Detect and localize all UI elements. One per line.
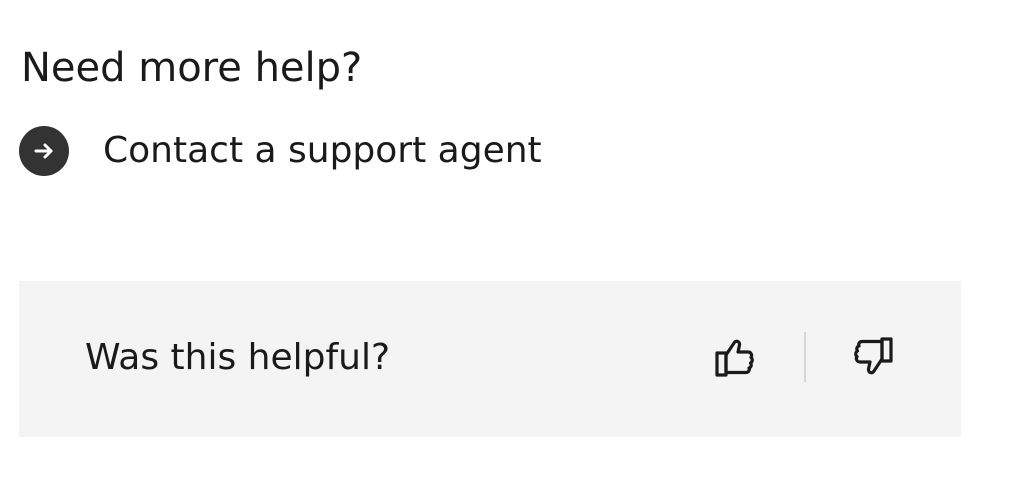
feedback-question: Was this helpful?	[85, 337, 391, 378]
thumbs-down-icon	[849, 333, 897, 384]
contact-support-agent-link[interactable]: Contact a support agent	[19, 126, 542, 176]
thumbs-up-button[interactable]	[707, 330, 763, 386]
thumbs-up-icon	[711, 333, 759, 384]
arrow-right-circle-icon	[19, 126, 69, 176]
feedback-panel: Was this helpful?	[19, 281, 961, 437]
contact-support-agent-label: Contact a support agent	[103, 130, 542, 171]
need-more-help-heading: Need more help?	[21, 45, 363, 91]
thumbs-down-button[interactable]	[845, 330, 901, 386]
feedback-divider	[804, 332, 806, 382]
